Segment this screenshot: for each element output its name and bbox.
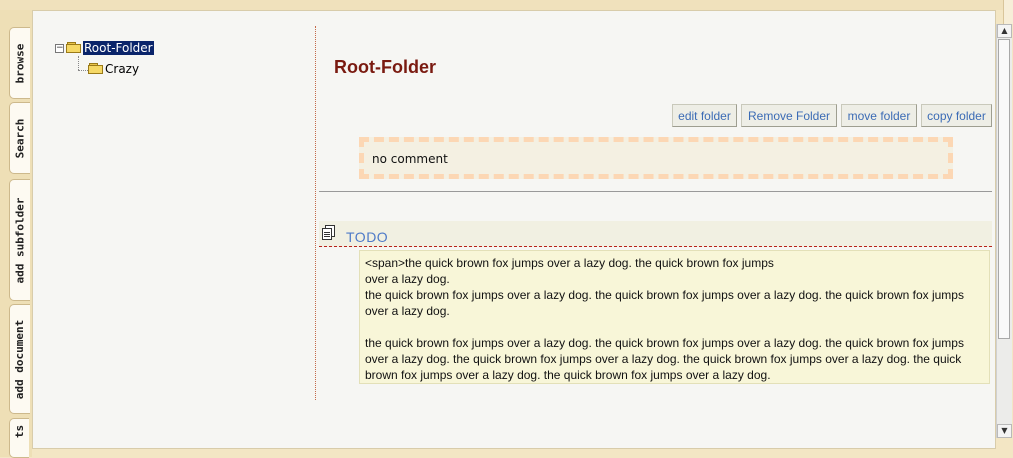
scroll-up-icon[interactable]: ▲ [997, 24, 1012, 38]
tree-connector [78, 56, 79, 70]
todo-line: over a lazy dog. [365, 272, 450, 286]
todo-line: the quick brown fox jumps over a lazy do… [365, 288, 964, 318]
tree-node-label[interactable]: Crazy [105, 62, 139, 76]
tab-label: ts [13, 424, 26, 439]
copy-folder-button[interactable]: copy folder [921, 104, 992, 127]
todo-paragraph: the quick brown fox jumps over a lazy do… [365, 336, 964, 382]
vertical-tab-strip: browse Search add subfolder add document… [0, 10, 32, 458]
remove-folder-button[interactable]: Remove Folder [741, 104, 837, 127]
window-corner [1003, 0, 1013, 24]
edit-folder-button[interactable]: edit folder [672, 104, 737, 127]
comment-box: no comment [359, 137, 953, 179]
window-top-border [0, 0, 1013, 10]
tab-label: add subfolder [13, 196, 27, 284]
collapse-icon[interactable]: − [55, 43, 64, 53]
tab-ts[interactable]: ts [9, 418, 29, 458]
tree-node-crazy[interactable]: Crazy [88, 62, 139, 76]
pane-divider [315, 26, 316, 400]
tab-label: Search [13, 118, 27, 158]
tab-label: browse [13, 43, 27, 83]
scroll-thumb[interactable] [998, 39, 1010, 339]
todo-content: <span>the quick brown fox jumps over a l… [359, 250, 990, 384]
tree-node-label[interactable]: Root-Folder [83, 41, 154, 55]
tree-connector [78, 70, 88, 71]
comment-text: no comment [372, 152, 448, 166]
open-folder-icon [66, 42, 82, 54]
tab-browse[interactable]: browse [9, 27, 30, 99]
todo-title: TODO [346, 229, 389, 245]
tree-node-root[interactable]: − Root-Folder [55, 41, 154, 55]
tab-search[interactable]: Search [9, 102, 30, 174]
section-separator [319, 191, 992, 192]
tab-add-subfolder[interactable]: add subfolder [9, 179, 30, 301]
todo-line: <span>the quick brown fox jumps over a l… [365, 256, 774, 270]
move-folder-button[interactable]: move folder [841, 104, 917, 127]
scroll-down-icon[interactable]: ▼ [997, 424, 1012, 438]
todo-header: TODO [319, 221, 992, 247]
folder-icon [88, 63, 104, 75]
vertical-scrollbar[interactable]: ▲ ▼ [996, 24, 1012, 438]
document-icon [322, 225, 336, 241]
page-title: Root-Folder [334, 57, 436, 77]
tab-label: add document [13, 319, 27, 399]
tab-add-document[interactable]: add document [9, 304, 30, 414]
